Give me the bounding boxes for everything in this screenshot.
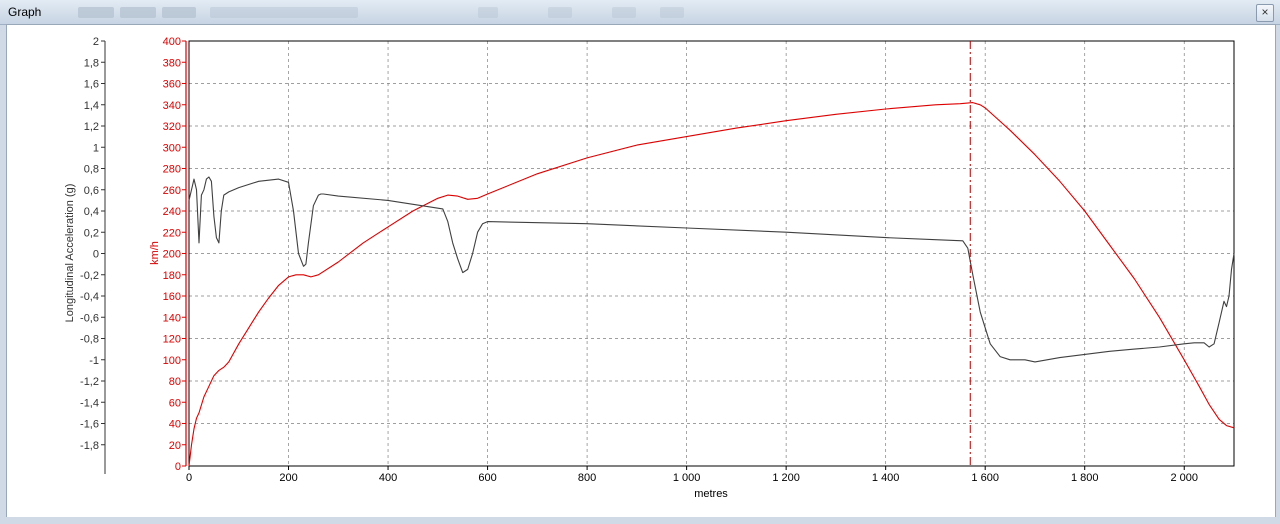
- speed-axis: 4003803603403203002802602402202001801601…: [163, 36, 187, 473]
- accel-tick-label: 0,8: [84, 164, 99, 176]
- x-tick-label: 400: [379, 472, 397, 484]
- speed-tick-label: 220: [163, 227, 181, 239]
- speed-tick-label: 300: [163, 142, 181, 154]
- accel-axis: 2 1,8 1,6 1,4 1,2 1 0,8 0,6 0,4 0,2 0 -0,2 -0,4 -0,6 -…: [80, 36, 106, 474]
- accel-tick-label: 1,4: [84, 100, 99, 112]
- x-axis-title: metres: [694, 488, 728, 500]
- title-bar: Graph ×: [0, 0, 1280, 25]
- chart-grid: [189, 41, 1234, 466]
- x-tick-label: 1 000: [673, 472, 701, 484]
- chart[interactable]: 2 1,8 1,6 1,4 1,2 1 0,8 0,6 0,4 0,2 0 -0,2 -0,4 -0,6 -…: [7, 25, 1273, 515]
- toolbar-icon-2[interactable]: [548, 7, 572, 18]
- accel-tick-label: 1,8: [84, 57, 99, 69]
- accel-tick-label: -1,6: [80, 419, 99, 431]
- accel-tick-label: -0,4: [80, 291, 99, 303]
- speed-series-line: [188, 102, 1235, 467]
- speed-tick-label: 160: [163, 291, 181, 303]
- speed-tick-label: 200: [163, 249, 181, 261]
- accel-tick-label: -0,2: [80, 270, 99, 282]
- toolbar-icon-1[interactable]: [478, 7, 498, 18]
- speed-tick-label: 400: [163, 36, 181, 48]
- x-tick-label: 2 000: [1170, 472, 1198, 484]
- speed-tick-label: 180: [163, 270, 181, 282]
- speed-tick-label: 120: [163, 334, 181, 346]
- x-tick-label: 1 400: [872, 472, 900, 484]
- x-axis: 0 200 400 600 800 1 000 1 200 1 400 1 600 1 800 2 …: [186, 466, 1198, 484]
- graph-panel: 2 1,8 1,6 1,4 1,2 1 0,8 0,6 0,4 0,2 0 -0,2 -0,4 -0,6 -…: [6, 24, 1276, 518]
- speed-tick-label: 40: [169, 419, 181, 431]
- accel-axis-title: Longitudinal Acceleration (g): [64, 184, 76, 323]
- toolbar-icon-4[interactable]: [660, 7, 684, 18]
- speed-tick-label: 380: [163, 57, 181, 69]
- x-tick-label: 200: [279, 472, 297, 484]
- x-tick-label: 1 200: [772, 472, 800, 484]
- speed-tick-label: 260: [163, 185, 181, 197]
- accel-tick-label: -1,2: [80, 376, 99, 388]
- window-title: Graph: [8, 5, 42, 19]
- speed-tick-label: 340: [163, 100, 181, 112]
- toolbar-field-2[interactable]: [120, 7, 156, 18]
- toolbar-field-1[interactable]: [78, 7, 114, 18]
- status-strip: [0, 517, 1280, 524]
- accel-tick-label: 0,4: [84, 206, 99, 218]
- x-tick-label: 600: [478, 472, 496, 484]
- accel-tick-label: -0,6: [80, 312, 99, 324]
- accel-tick-label: -0,8: [80, 334, 99, 346]
- speed-tick-label: 240: [163, 206, 181, 218]
- accel-tick-label: 0: [93, 249, 99, 261]
- accel-tick-label: 1,2: [84, 121, 99, 133]
- speed-tick-label: 280: [163, 164, 181, 176]
- accel-tick-label: 0,2: [84, 227, 99, 239]
- toolbar-icon-3[interactable]: [612, 7, 636, 18]
- accel-tick-label: 2: [93, 36, 99, 48]
- accel-tick-label: -1,8: [80, 440, 99, 452]
- series-layer: [188, 102, 1235, 467]
- speed-tick-label: 80: [169, 376, 181, 388]
- x-tick-label: 1 800: [1071, 472, 1099, 484]
- toolbar-field-3[interactable]: [162, 7, 196, 18]
- accel-series-line: [188, 176, 1235, 363]
- speed-tick-label: 20: [169, 440, 181, 452]
- speed-tick-label: 0: [175, 461, 181, 473]
- speed-axis-title: km/h: [149, 241, 161, 265]
- graph-window: Graph × 2 1,8 1,6 1,4 1,2 1 0,8 0,6 0,4 0,2 0 -0,2 -…: [0, 0, 1280, 524]
- run-time-readout: [210, 7, 358, 18]
- accel-tick-label: -1,4: [80, 397, 99, 409]
- x-tick-label: 800: [578, 472, 596, 484]
- x-tick-label: 0: [186, 472, 192, 484]
- speed-tick-label: 320: [163, 121, 181, 133]
- speed-tick-label: 140: [163, 312, 181, 324]
- close-icon: ×: [1261, 5, 1269, 19]
- speed-tick-label: 360: [163, 79, 181, 91]
- speed-tick-label: 100: [163, 355, 181, 367]
- accel-tick-label: -1: [89, 355, 99, 367]
- accel-tick-label: 0,6: [84, 185, 99, 197]
- x-tick-label: 1 600: [971, 472, 999, 484]
- accel-tick-label: 1,6: [84, 79, 99, 91]
- speed-tick-label: 60: [169, 397, 181, 409]
- accel-tick-label: 1: [93, 142, 99, 154]
- close-button[interactable]: ×: [1256, 4, 1274, 22]
